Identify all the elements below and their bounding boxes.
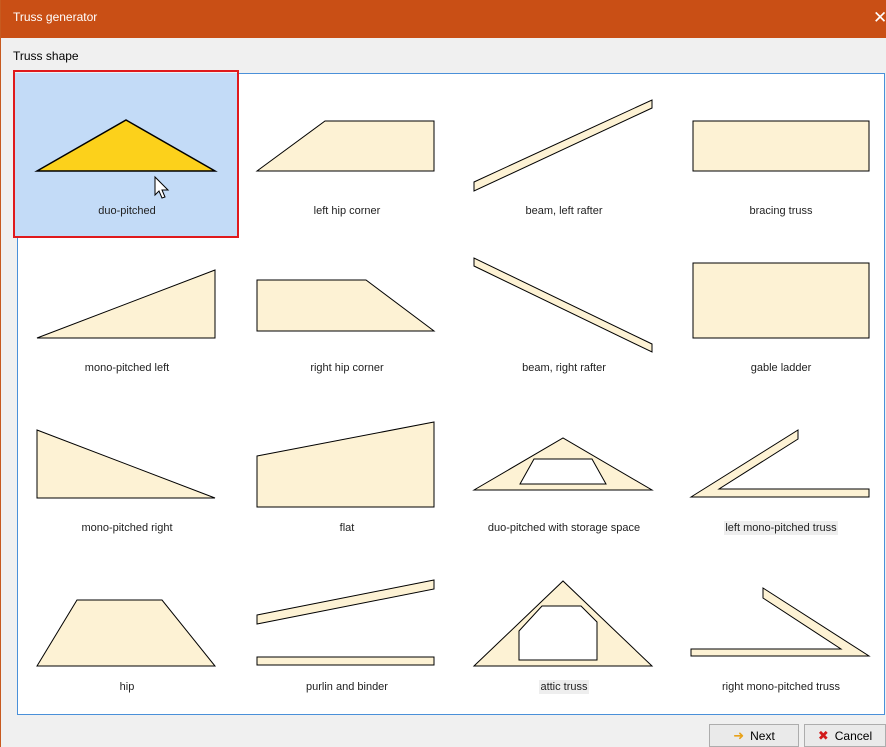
left-mono-pitched-truss-shape-icon (689, 429, 870, 498)
right-hip-corner-shape-icon (256, 279, 436, 332)
shape-label: left mono-pitched truss (724, 521, 838, 535)
shape-label: left hip corner (313, 205, 381, 217)
shape-label: mono-pitched left (84, 362, 170, 374)
next-button-label: Next (750, 728, 775, 743)
cancel-button-label: Cancel (834, 728, 873, 743)
shape-label: right hip corner (310, 362, 384, 374)
shape-label: mono-pitched right (81, 522, 173, 534)
section-label-truss-shape: Truss shape (13, 49, 79, 63)
left-hip-corner-shape-icon (255, 120, 435, 172)
shape-label: right mono-pitched truss (722, 681, 840, 693)
shape-label: gable ladder (750, 362, 812, 374)
selection-highlight (13, 70, 239, 238)
beam-left-rafter-shape-icon (473, 99, 653, 192)
shape-label: purlin and binder (306, 681, 388, 693)
cancel-button[interactable]: ✖ Cancel (804, 724, 886, 747)
shape-label: beam, right rafter (522, 362, 606, 374)
next-button[interactable]: ➜ Next (709, 724, 799, 747)
arrow-right-icon: ➜ (733, 728, 745, 743)
attic-truss-shape-icon (472, 580, 654, 667)
mono-pitched-left-shape-icon (36, 269, 216, 339)
shape-label: duo-pitched with storage space (487, 522, 641, 534)
window-title: Truss generator (13, 10, 98, 24)
title-bar[interactable]: Truss generator ✕ (1, 0, 886, 38)
shape-label: hip (119, 681, 135, 693)
beam-right-rafter-shape-icon (473, 257, 653, 353)
hip-shape-icon (36, 599, 217, 667)
shape-label: attic truss (539, 680, 589, 694)
flat-shape-icon (256, 421, 435, 508)
purlin-and-binder-shape-icon (256, 579, 435, 666)
shape-label: beam, left rafter (525, 205, 603, 217)
truss-generator-window: Truss generator ✕ Truss shape duo-pitche… (0, 0, 886, 747)
mono-pitched-right-shape-icon (36, 429, 216, 499)
duo-pitched-storage-shape-icon (472, 437, 654, 491)
bracing-truss-shape-icon (692, 120, 870, 172)
red-x-icon: ✖ (817, 728, 829, 743)
shape-label: flat (339, 522, 355, 534)
shape-label: bracing truss (749, 205, 813, 217)
close-icon[interactable]: ✕ (873, 8, 886, 28)
right-mono-pitched-truss-shape-icon (690, 587, 871, 657)
gable-ladder-shape-icon (692, 262, 870, 339)
